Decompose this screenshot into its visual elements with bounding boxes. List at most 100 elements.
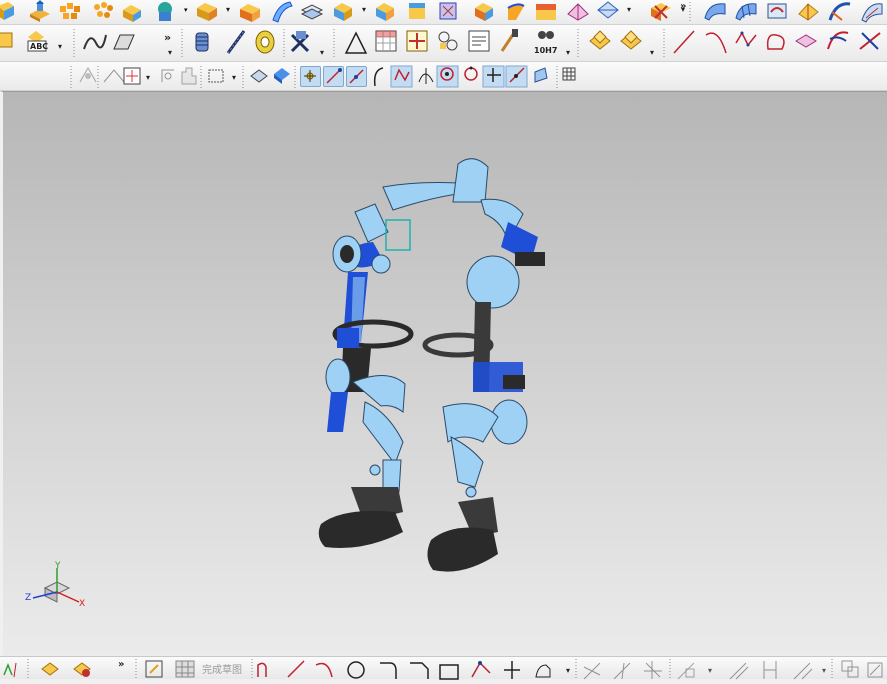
intersection-snap-toggle[interactable] [390,65,413,88]
profile-icon[interactable] [73,662,91,677]
draft-icon[interactable] [376,3,394,21]
dimension-icon[interactable] [677,662,695,680]
pattern-icon[interactable] [60,3,80,19]
add-component-icon[interactable] [620,30,642,50]
emboss-icon[interactable] [113,34,135,50]
chamfer-icon[interactable] [197,3,217,21]
rectangle-icon[interactable] [439,664,459,680]
dropdown-arrow-icon[interactable]: ▾ [627,5,631,14]
graphics-window[interactable]: Y X Z [0,91,887,656]
endpoint-snap-toggle[interactable] [323,66,344,87]
delete-face-icon[interactable] [507,3,525,20]
offset-face-icon[interactable] [300,4,324,20]
dropdown-arrow-icon[interactable]: ▾ [650,48,654,57]
finish-sketch-label[interactable]: 完成草图 [202,663,242,676]
tangent-icon[interactable] [418,68,434,84]
geometric-constraint-icon[interactable] [729,662,749,680]
swept-surface-icon[interactable] [597,1,619,19]
chamfer-line-icon[interactable] [410,662,429,679]
note-icon[interactable] [468,30,490,52]
offset-curve-icon[interactable] [827,31,849,50]
finish-sketch-icon[interactable] [145,660,163,678]
trim-body-icon[interactable] [334,3,352,21]
dropdown-arrow-icon[interactable]: ▾ [58,42,62,51]
quick-extend-icon[interactable] [613,662,631,680]
block-icon[interactable] [0,2,14,20]
profile-line-icon[interactable] [257,662,267,677]
rib-icon[interactable] [83,34,107,50]
dropdown-arrow-icon[interactable]: ▾ [708,666,712,675]
offset-icon[interactable] [535,664,551,678]
grid-sketch-icon[interactable] [175,660,195,678]
sweep-icon[interactable] [240,4,260,22]
shape-icon[interactable] [123,5,141,22]
arc-icon[interactable] [705,32,727,54]
quick-trim-icon[interactable] [583,662,601,680]
dropdown-arrow-icon[interactable]: ▾ [320,48,324,57]
point-snap-toggle[interactable] [300,66,321,87]
grid-icon[interactable] [562,67,576,81]
bridge-surface-icon[interactable] [828,2,851,21]
body-icon[interactable] [250,69,268,83]
select-grid-icon[interactable] [123,67,141,85]
dropdown-arrow-icon[interactable]: ▾ [566,48,570,57]
hand-icon[interactable] [181,67,197,85]
line-icon[interactable] [287,660,305,678]
surface-icon[interactable] [536,4,556,20]
spline-icon[interactable] [735,31,757,47]
dropdown-arrow-icon[interactable]: ▾ [146,73,150,82]
dropdown-arrow-icon[interactable]: ▾ [226,5,230,14]
spring-icon[interactable] [226,30,246,54]
sketch-icon[interactable] [3,662,17,678]
constraint-icon[interactable] [41,662,59,676]
n-sided-surface-icon[interactable] [861,3,883,23]
edge-blend-icon[interactable] [158,2,172,21]
select-box-icon[interactable] [208,69,224,83]
dropdown-arrow-icon[interactable]: ▾ [362,5,366,14]
transform-icon[interactable] [103,69,125,83]
midpoint-snap-toggle[interactable] [346,66,367,87]
fillet-icon[interactable] [380,662,397,679]
dropdown-arrow-icon[interactable]: ▾ [566,666,570,675]
thread-icon[interactable] [439,2,457,20]
dropdown-arrow-icon[interactable]: ▾ [184,6,188,14]
make-corner-icon[interactable] [644,661,662,679]
center-snap-toggle[interactable] [436,65,459,88]
alt-solution-icon[interactable] [841,660,859,678]
infer-constraint-icon[interactable] [867,662,883,678]
surface-grid-icon[interactable] [735,3,757,21]
display-constraint-icon[interactable] [763,661,777,679]
control-point-icon[interactable] [373,67,384,87]
triangle-icon[interactable] [344,31,368,54]
dropdown-arrow-icon[interactable]: ▾ [168,48,172,57]
mesh-surface-icon[interactable] [567,3,589,21]
assembly-icon[interactable] [438,31,458,51]
quadrant-icon[interactable] [464,66,478,81]
dropdown-arrow-icon[interactable]: ▾ [822,666,826,675]
table-icon[interactable] [375,30,397,52]
shell-icon[interactable] [272,1,293,23]
face-icon[interactable] [274,68,290,84]
gear-icon[interactable] [406,30,428,52]
tolerance-icon[interactable]: 10H7 [534,31,557,55]
split-body-icon[interactable] [475,3,493,21]
circle-icon[interactable] [347,661,365,679]
more-icon[interactable]: » [118,659,124,670]
point-icon[interactable] [504,661,520,679]
styled-blend-icon[interactable] [704,3,726,21]
more-icon[interactable]: » [680,1,686,12]
view-snap-icon[interactable] [534,67,548,83]
paint-icon[interactable] [500,29,518,52]
fill-surface-icon[interactable] [798,3,819,21]
studio-surface-icon[interactable] [651,3,671,21]
more-icon[interactable]: » [164,31,171,44]
rotate-icon[interactable] [161,69,174,82]
coil-icon[interactable] [195,32,209,52]
arc-icon[interactable] [315,662,333,678]
bridge-curve-icon[interactable] [795,34,817,48]
curve-icon[interactable] [766,34,785,50]
boolean-icon[interactable] [94,2,113,18]
polyline-icon[interactable] [471,661,491,678]
gasket-icon[interactable] [255,30,275,54]
extract-curve-icon[interactable] [859,32,881,50]
